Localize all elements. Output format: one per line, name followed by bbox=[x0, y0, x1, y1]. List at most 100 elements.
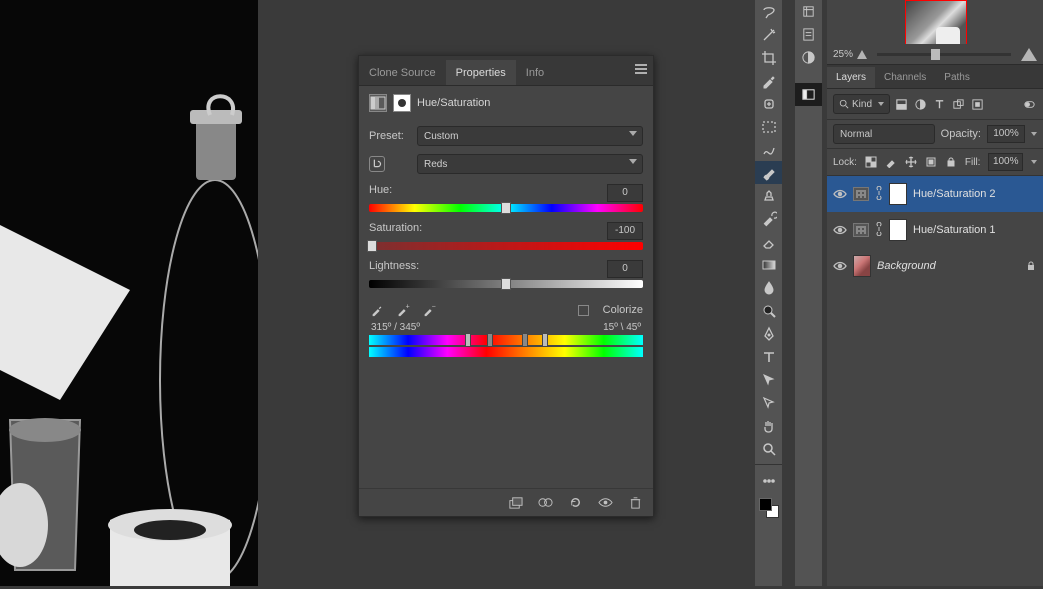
tab-info[interactable]: Info bbox=[516, 60, 554, 85]
targeted-adjustment-icon[interactable] bbox=[369, 156, 385, 172]
chevron-down-icon[interactable] bbox=[1031, 160, 1037, 164]
lock-pixels-icon[interactable] bbox=[885, 156, 897, 169]
zoom-in-icon[interactable] bbox=[1021, 48, 1037, 61]
layer-row[interactable]: Hue/Saturation 1 bbox=[827, 212, 1043, 248]
eyedropper-tool-icon[interactable] bbox=[755, 69, 782, 92]
panel-menu-icon[interactable] bbox=[635, 64, 649, 76]
trash-icon[interactable] bbox=[627, 495, 643, 511]
visibility-toggle-icon[interactable] bbox=[833, 259, 847, 273]
eyedropper-subtract-icon[interactable]: − bbox=[421, 302, 437, 318]
layer-row[interactable]: Hue/Saturation 2 bbox=[827, 176, 1043, 212]
properties-panel-icon[interactable] bbox=[795, 83, 822, 106]
tab-clone-source[interactable]: Clone Source bbox=[359, 60, 446, 85]
adjustment-thumbnail-icon[interactable] bbox=[853, 223, 869, 237]
visibility-toggle-icon[interactable] bbox=[833, 187, 847, 201]
range-left-label: 315º / 345º bbox=[371, 322, 420, 333]
reset-icon[interactable] bbox=[567, 495, 583, 511]
path-selection-tool-icon[interactable] bbox=[755, 368, 782, 391]
filter-kind-select[interactable]: Kind bbox=[833, 94, 890, 114]
tab-layers[interactable]: Layers bbox=[827, 67, 875, 88]
dodge-tool-icon[interactable] bbox=[755, 299, 782, 322]
opacity-input[interactable]: 100% bbox=[987, 125, 1025, 143]
chevron-down-icon bbox=[629, 159, 637, 164]
layer-name[interactable]: Background bbox=[877, 260, 936, 272]
chevron-down-icon[interactable] bbox=[1031, 132, 1037, 136]
lock-all-icon[interactable] bbox=[945, 156, 957, 169]
lock-position-icon[interactable] bbox=[905, 156, 917, 169]
adjustment-thumbnail-icon[interactable] bbox=[853, 187, 869, 201]
history-brush-tool-icon[interactable] bbox=[755, 207, 782, 230]
tab-properties[interactable]: Properties bbox=[446, 60, 516, 85]
range-handle[interactable] bbox=[522, 333, 528, 347]
visibility-toggle-icon[interactable] bbox=[833, 223, 847, 237]
magic-wand-tool-icon[interactable] bbox=[755, 23, 782, 46]
range-handle[interactable] bbox=[542, 333, 548, 347]
filter-toggle-icon[interactable] bbox=[1021, 96, 1037, 112]
mask-icon[interactable] bbox=[393, 94, 411, 112]
layer-name[interactable]: Hue/Saturation 2 bbox=[913, 188, 996, 200]
color-swatches[interactable] bbox=[759, 498, 779, 518]
visibility-icon[interactable] bbox=[597, 495, 613, 511]
lock-artboard-icon[interactable] bbox=[925, 156, 937, 169]
canvas-image[interactable] bbox=[0, 0, 258, 586]
filter-adjustment-icon[interactable] bbox=[912, 96, 928, 112]
lock-transparency-icon[interactable] bbox=[865, 156, 877, 169]
view-previous-icon[interactable] bbox=[537, 495, 553, 511]
lasso-tool-icon[interactable] bbox=[755, 0, 782, 23]
eyedropper-icon[interactable] bbox=[369, 302, 385, 318]
layer-mask-thumbnail[interactable] bbox=[889, 219, 907, 241]
preset-select[interactable]: Custom bbox=[417, 126, 643, 146]
range-handle[interactable] bbox=[487, 333, 493, 347]
filter-shape-icon[interactable] bbox=[950, 96, 966, 112]
layer-name[interactable]: Hue/Saturation 1 bbox=[913, 224, 996, 236]
lightness-input[interactable]: 0 bbox=[607, 260, 643, 278]
blur-tool-icon[interactable] bbox=[755, 276, 782, 299]
lightness-slider[interactable] bbox=[369, 280, 643, 288]
layer-mask-thumbnail[interactable] bbox=[889, 183, 907, 205]
color-range-select[interactable]: Reds bbox=[417, 154, 643, 174]
slider-thumb[interactable] bbox=[501, 278, 511, 290]
hue-slider[interactable] bbox=[369, 204, 643, 212]
zoom-slider[interactable] bbox=[877, 53, 1011, 56]
range-handle[interactable] bbox=[465, 333, 471, 347]
brush-tool-icon[interactable] bbox=[755, 161, 782, 184]
blend-mode-select[interactable]: Normal bbox=[833, 124, 935, 144]
slider-thumb[interactable] bbox=[367, 240, 377, 252]
zoom-tool-icon[interactable] bbox=[755, 437, 782, 460]
saturation-slider[interactable] bbox=[369, 242, 643, 250]
crop-tool-icon[interactable] bbox=[755, 46, 782, 69]
pen-tool-icon[interactable] bbox=[755, 322, 782, 345]
adjustment-icon[interactable] bbox=[369, 94, 387, 112]
tab-paths[interactable]: Paths bbox=[935, 67, 979, 88]
zoom-out-icon[interactable] bbox=[857, 50, 867, 59]
fill-input[interactable]: 100% bbox=[988, 153, 1023, 171]
marquee-tool-icon[interactable] bbox=[755, 115, 782, 138]
adjustments-panel-icon[interactable] bbox=[795, 46, 822, 69]
eyedropper-add-icon[interactable]: + bbox=[395, 302, 411, 318]
healing-brush-tool-icon[interactable] bbox=[755, 92, 782, 115]
colorize-checkbox[interactable] bbox=[578, 305, 589, 316]
filter-pixel-icon[interactable] bbox=[893, 96, 909, 112]
hand-tool-icon[interactable] bbox=[755, 414, 782, 437]
clip-to-layer-icon[interactable] bbox=[507, 495, 523, 511]
clone-stamp-tool-icon[interactable] bbox=[755, 184, 782, 207]
saturation-input[interactable]: -100 bbox=[607, 222, 643, 240]
layer-row[interactable]: Background bbox=[827, 248, 1043, 284]
direct-selection-tool-icon[interactable] bbox=[755, 391, 782, 414]
slider-thumb[interactable] bbox=[501, 202, 511, 214]
history-panel-icon[interactable] bbox=[795, 0, 822, 23]
tab-channels[interactable]: Channels bbox=[875, 67, 935, 88]
eraser-tool-icon[interactable] bbox=[755, 230, 782, 253]
filter-smartobject-icon[interactable] bbox=[969, 96, 985, 112]
type-tool-icon[interactable] bbox=[755, 345, 782, 368]
layer-thumbnail[interactable] bbox=[853, 255, 871, 277]
crossing-tool-icon[interactable] bbox=[755, 138, 782, 161]
actions-panel-icon[interactable] bbox=[795, 23, 822, 46]
filter-type-icon[interactable] bbox=[931, 96, 947, 112]
zoom-value[interactable]: 25% bbox=[833, 49, 853, 60]
gradient-tool-icon[interactable] bbox=[755, 253, 782, 276]
hue-input[interactable]: 0 bbox=[607, 184, 643, 202]
color-range-bar[interactable] bbox=[369, 335, 643, 345]
slider-thumb[interactable] bbox=[931, 49, 940, 60]
edit-toolbar-icon[interactable] bbox=[755, 469, 782, 492]
